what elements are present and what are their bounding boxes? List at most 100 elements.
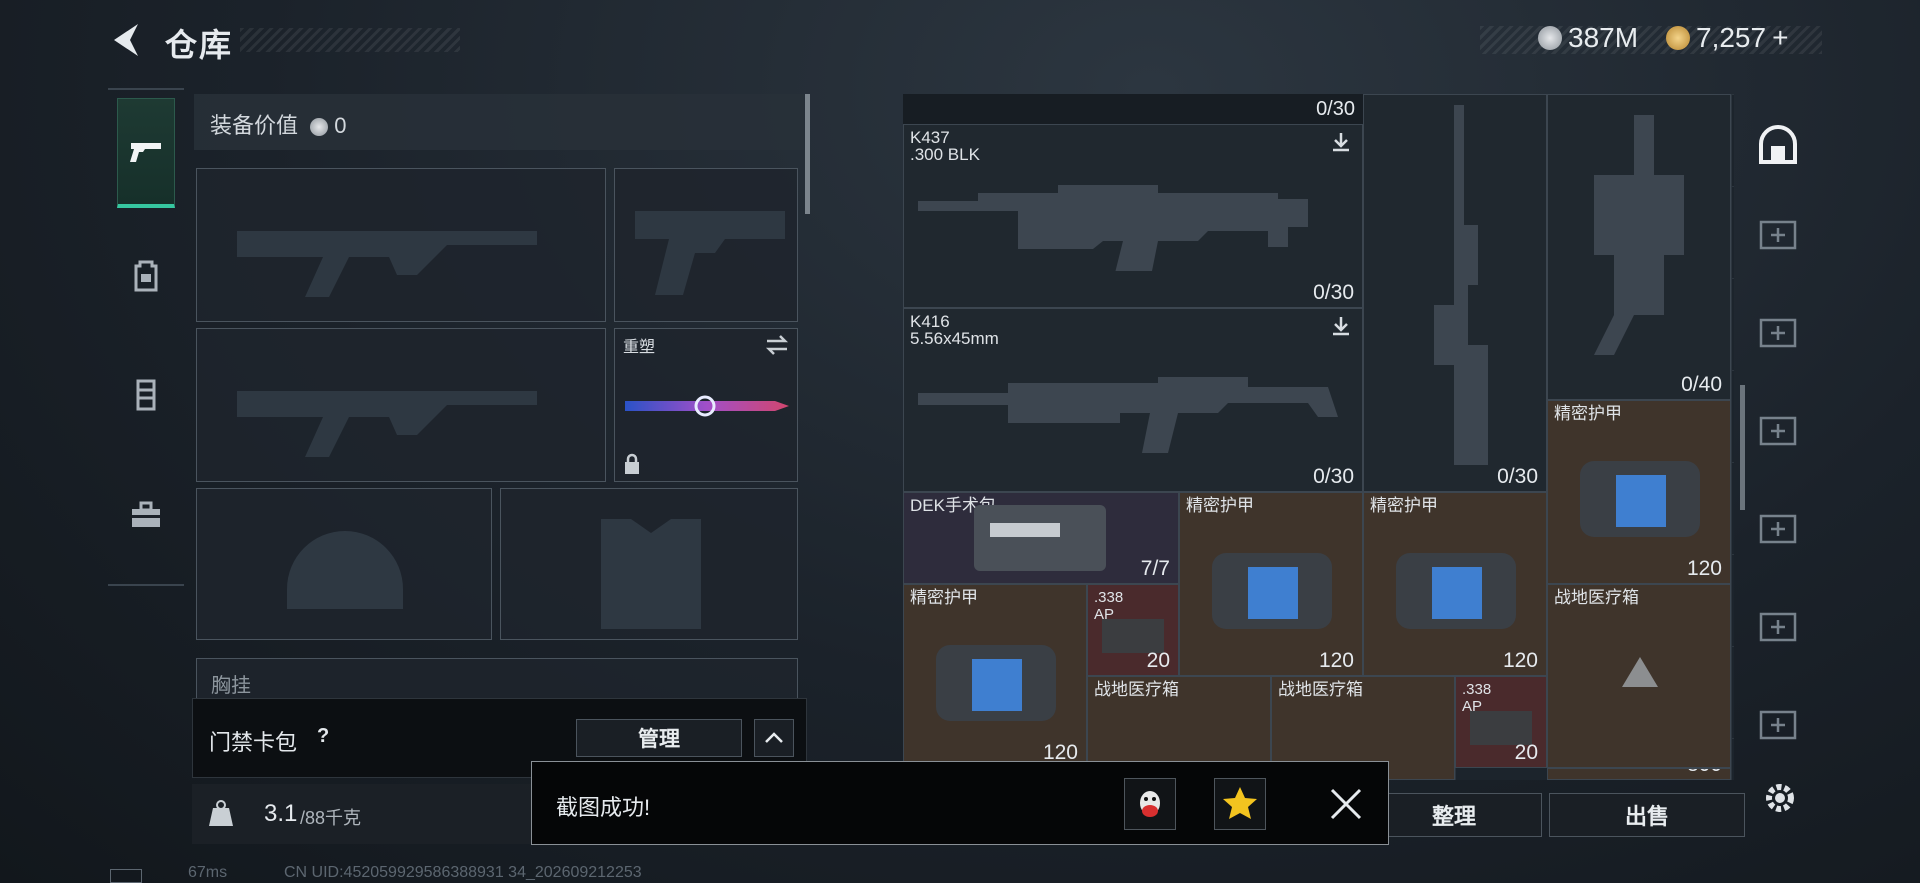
stash-item-vertical-rifle[interactable]: 0/30: [1363, 94, 1547, 492]
stash-item-armor-1[interactable]: 精密护甲 120: [1547, 400, 1731, 584]
item-name: 精密护甲: [1186, 496, 1254, 515]
surgery-kit-icon: [974, 505, 1106, 571]
stash-item-ammo-338-1[interactable]: .338 AP 20: [1087, 584, 1179, 676]
nav-vest[interactable]: [117, 340, 175, 450]
armor-bag-icon: [1396, 553, 1516, 629]
armor-slot[interactable]: [500, 488, 798, 640]
keycard-label: 门禁卡包: [209, 730, 298, 755]
armor-bag-icon: [1580, 461, 1700, 537]
stash-top-row: 0/30: [903, 94, 1363, 125]
gold-coin-icon: [1666, 26, 1690, 50]
chest-rig-slot[interactable]: 胸挂: [196, 658, 798, 698]
melee-slot[interactable]: 重塑: [614, 328, 798, 482]
share-qzone-button[interactable]: [1214, 778, 1266, 830]
equipment-value-label: 装备价值: [210, 113, 299, 138]
sell-button[interactable]: 出售: [1549, 793, 1745, 837]
secondary-weapon-slot[interactable]: [196, 328, 606, 482]
stash-scrollbar[interactable]: [1740, 385, 1745, 510]
stash-item-armor-3[interactable]: 精密护甲 120: [1363, 492, 1547, 676]
item-count: 0/30: [1497, 465, 1538, 488]
smg-vertical-icon: [1594, 115, 1684, 355]
nav-tools[interactable]: [117, 460, 175, 570]
top-row-count: 0/30: [1316, 98, 1355, 120]
gear-icon[interactable]: [1760, 778, 1800, 818]
vest-icon: [136, 379, 156, 411]
chest-rig-label: 胸挂: [211, 675, 251, 697]
item-name: 战地医疗箱: [1554, 588, 1639, 607]
stash-item-k437[interactable]: K437 .300 BLK 0/30: [903, 124, 1363, 308]
share-qq-button[interactable]: [1124, 778, 1176, 830]
armor-silhouette-icon: [601, 519, 701, 629]
nav-backpack[interactable]: [117, 220, 175, 330]
toast-message: 截图成功!: [556, 795, 651, 820]
rifle-silhouette-icon: [237, 231, 537, 297]
weight-capacity: /88千克: [300, 808, 362, 828]
pistol-silhouette-icon: [635, 211, 785, 295]
item-count: 0/40: [1681, 373, 1722, 396]
stash-item-ammo-338-2[interactable]: .338 AP 20: [1455, 676, 1547, 768]
download-icon[interactable]: [1330, 131, 1352, 153]
stash-item-medkit-1[interactable]: 战地医疗箱: [1547, 584, 1731, 768]
add-stash-tab-icon-5[interactable]: [1759, 610, 1799, 646]
manage-button[interactable]: 管理: [576, 719, 742, 757]
keycard-help-button[interactable]: ?: [317, 725, 329, 748]
rifle-silhouette-icon: [237, 391, 537, 457]
pistol-icon: [130, 142, 161, 162]
gold-amount: 7,257: [1696, 22, 1767, 53]
user-uid: CN UID:452059929586388931 34_20260921225…: [284, 864, 642, 881]
add-stash-tab-icon-1[interactable]: [1759, 218, 1799, 254]
item-count: 20: [1514, 741, 1538, 764]
star-icon: [1223, 787, 1257, 819]
stash-tabs: [1745, 94, 1809, 780]
silver-amount: 387M: [1568, 22, 1639, 53]
stash-item-armor-4[interactable]: 精密护甲 120: [903, 584, 1087, 768]
sort-button[interactable]: 整理: [1366, 793, 1542, 837]
stash-grid: 0/30 K437 .300 BLK 0/30 K416 5.56x45mm 0…: [903, 94, 1734, 780]
add-currency-button[interactable]: +: [1772, 22, 1788, 54]
stash-item-k416[interactable]: K416 5.56x45mm 0/30: [903, 308, 1363, 492]
stash-item-unknown[interactable]: 800: [1547, 768, 1731, 780]
title-decoration: [240, 28, 460, 52]
helmet-slot[interactable]: [196, 488, 492, 640]
weight-current: 3.1: [264, 800, 298, 827]
primary-weapon-slot[interactable]: [196, 168, 606, 322]
item-name: 战地医疗箱: [1094, 680, 1179, 699]
item-count: 800: [1687, 769, 1722, 777]
swap-icon[interactable]: [763, 333, 791, 357]
weight-icon: [209, 800, 233, 826]
rifle-k437-icon: [918, 185, 1308, 271]
stash-item-dek-surgery[interactable]: DEK手术包 7/7: [903, 492, 1179, 584]
home-stash-icon[interactable]: [1757, 124, 1799, 166]
equipment-value-amount: 0: [334, 113, 347, 138]
nav-weapons[interactable]: [117, 98, 175, 208]
equipment-value: 装备价值 0: [210, 108, 347, 140]
item-count: 0/30: [1313, 281, 1354, 304]
silver-coin-icon: [310, 118, 329, 137]
page-title: 仓库: [165, 27, 234, 63]
battery-icon: [110, 869, 142, 883]
add-stash-tab-icon-3[interactable]: [1759, 414, 1799, 450]
add-stash-tab-icon-2[interactable]: [1759, 316, 1799, 352]
melee-label: 重塑: [623, 339, 656, 356]
add-stash-tab-icon-4[interactable]: [1759, 512, 1799, 548]
item-name: 战地医疗箱: [1278, 680, 1363, 699]
knife-icon: [625, 395, 789, 417]
back-arrow-icon[interactable]: [108, 20, 144, 60]
expand-button[interactable]: [754, 719, 794, 757]
rifle-vertical-icon: [1434, 105, 1488, 465]
armor-bag-icon: [936, 645, 1056, 721]
currency-gold[interactable]: 7,257 +: [1666, 22, 1788, 54]
item-durability: 120: [1686, 557, 1722, 580]
download-icon[interactable]: [1330, 315, 1352, 337]
chevron-up-icon: [765, 732, 783, 743]
add-stash-tab-icon-6[interactable]: [1759, 708, 1799, 744]
item-count: 7/7: [1140, 557, 1170, 580]
sidearm-slot[interactable]: [614, 168, 798, 322]
equipment-scrollbar[interactable]: [805, 94, 810, 214]
toolbox-icon: [132, 501, 160, 527]
silver-coin-icon: [1538, 26, 1562, 50]
stash-item-smg[interactable]: 0/40: [1547, 94, 1731, 400]
item-name: 精密护甲: [1370, 496, 1438, 515]
stash-item-armor-2[interactable]: 精密护甲 120: [1179, 492, 1363, 676]
close-icon[interactable]: [1328, 786, 1364, 822]
